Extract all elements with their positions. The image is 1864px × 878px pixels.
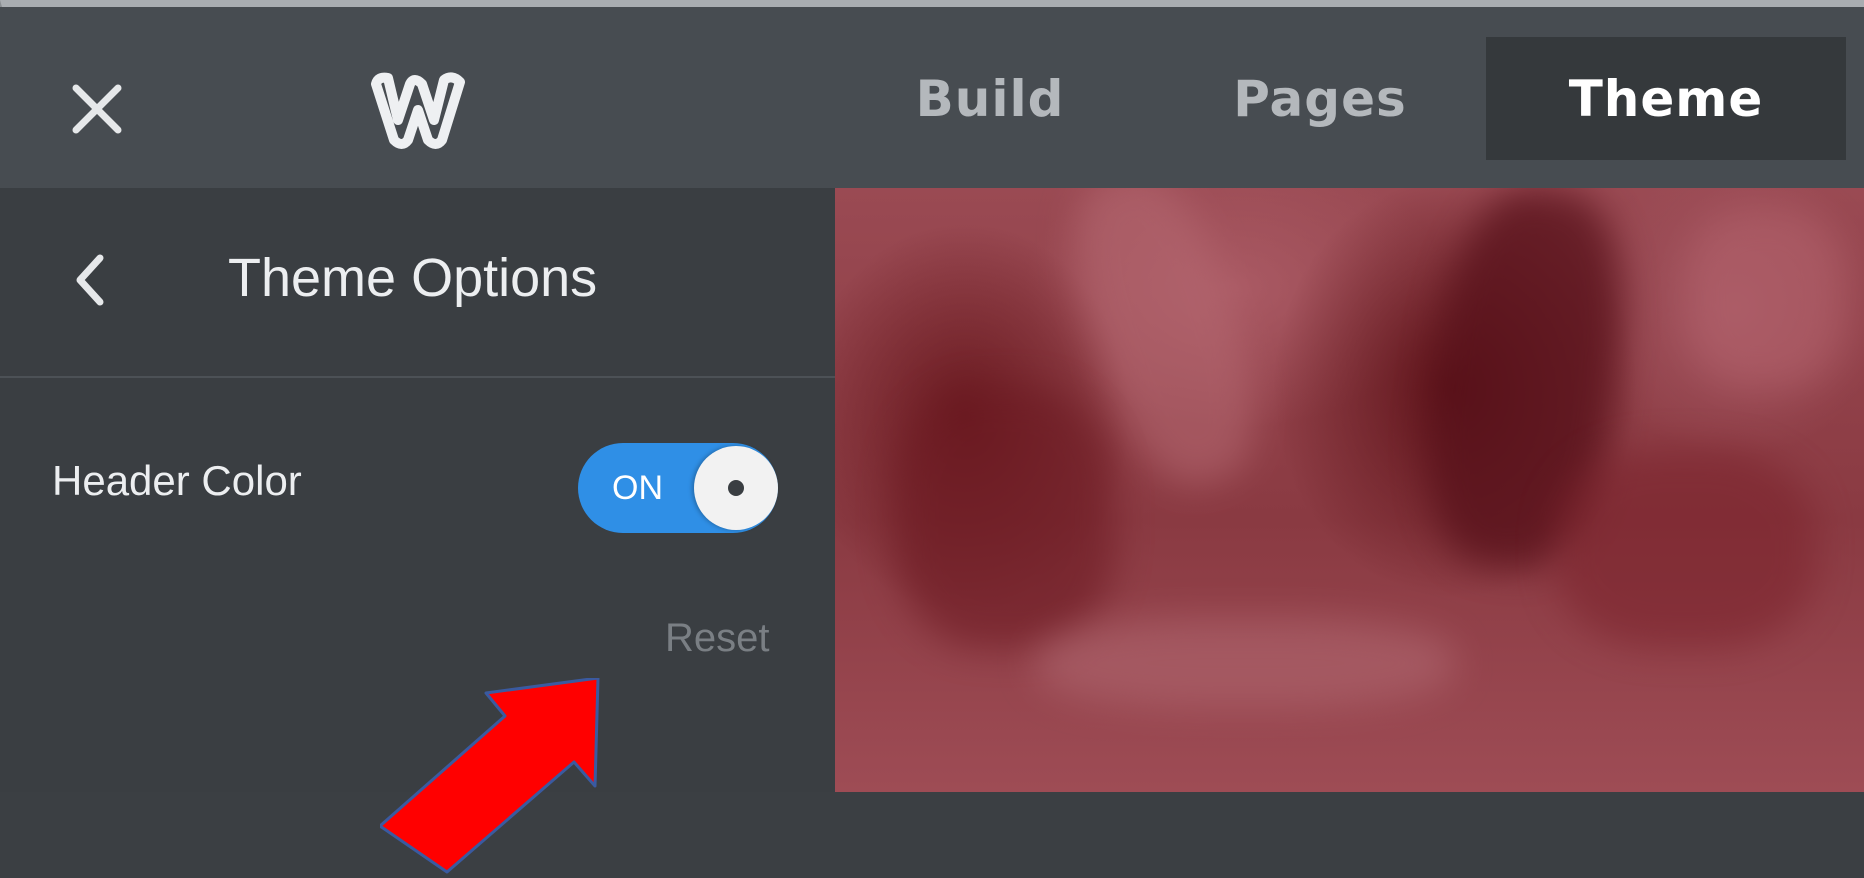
header-color-label: Header Color — [52, 457, 302, 504]
site-preview-image — [835, 188, 1864, 792]
toggle-state-label: ON — [612, 469, 663, 507]
weebly-logo-icon[interactable] — [368, 70, 468, 150]
toggle-knob[interactable] — [694, 446, 778, 530]
header-color-toggle[interactable]: ON — [578, 443, 778, 533]
chevron-left-icon[interactable] — [70, 250, 110, 310]
tab-theme[interactable]: Theme — [1486, 37, 1846, 160]
tab-build[interactable]: Build — [880, 37, 1100, 160]
page-title: Theme Options — [228, 248, 598, 308]
reset-link[interactable]: Reset — [665, 608, 770, 668]
close-icon[interactable] — [70, 82, 124, 136]
panel-header: Theme Options — [0, 188, 835, 378]
toggle-knob-dot — [728, 480, 744, 496]
tab-pages[interactable]: Pages — [1200, 37, 1440, 160]
theme-options-panel: Theme Options Header Color ON Reset — [0, 188, 835, 874]
red-arrow-annotation-icon — [380, 678, 600, 874]
top-bar: Build Pages Theme — [0, 7, 1864, 188]
